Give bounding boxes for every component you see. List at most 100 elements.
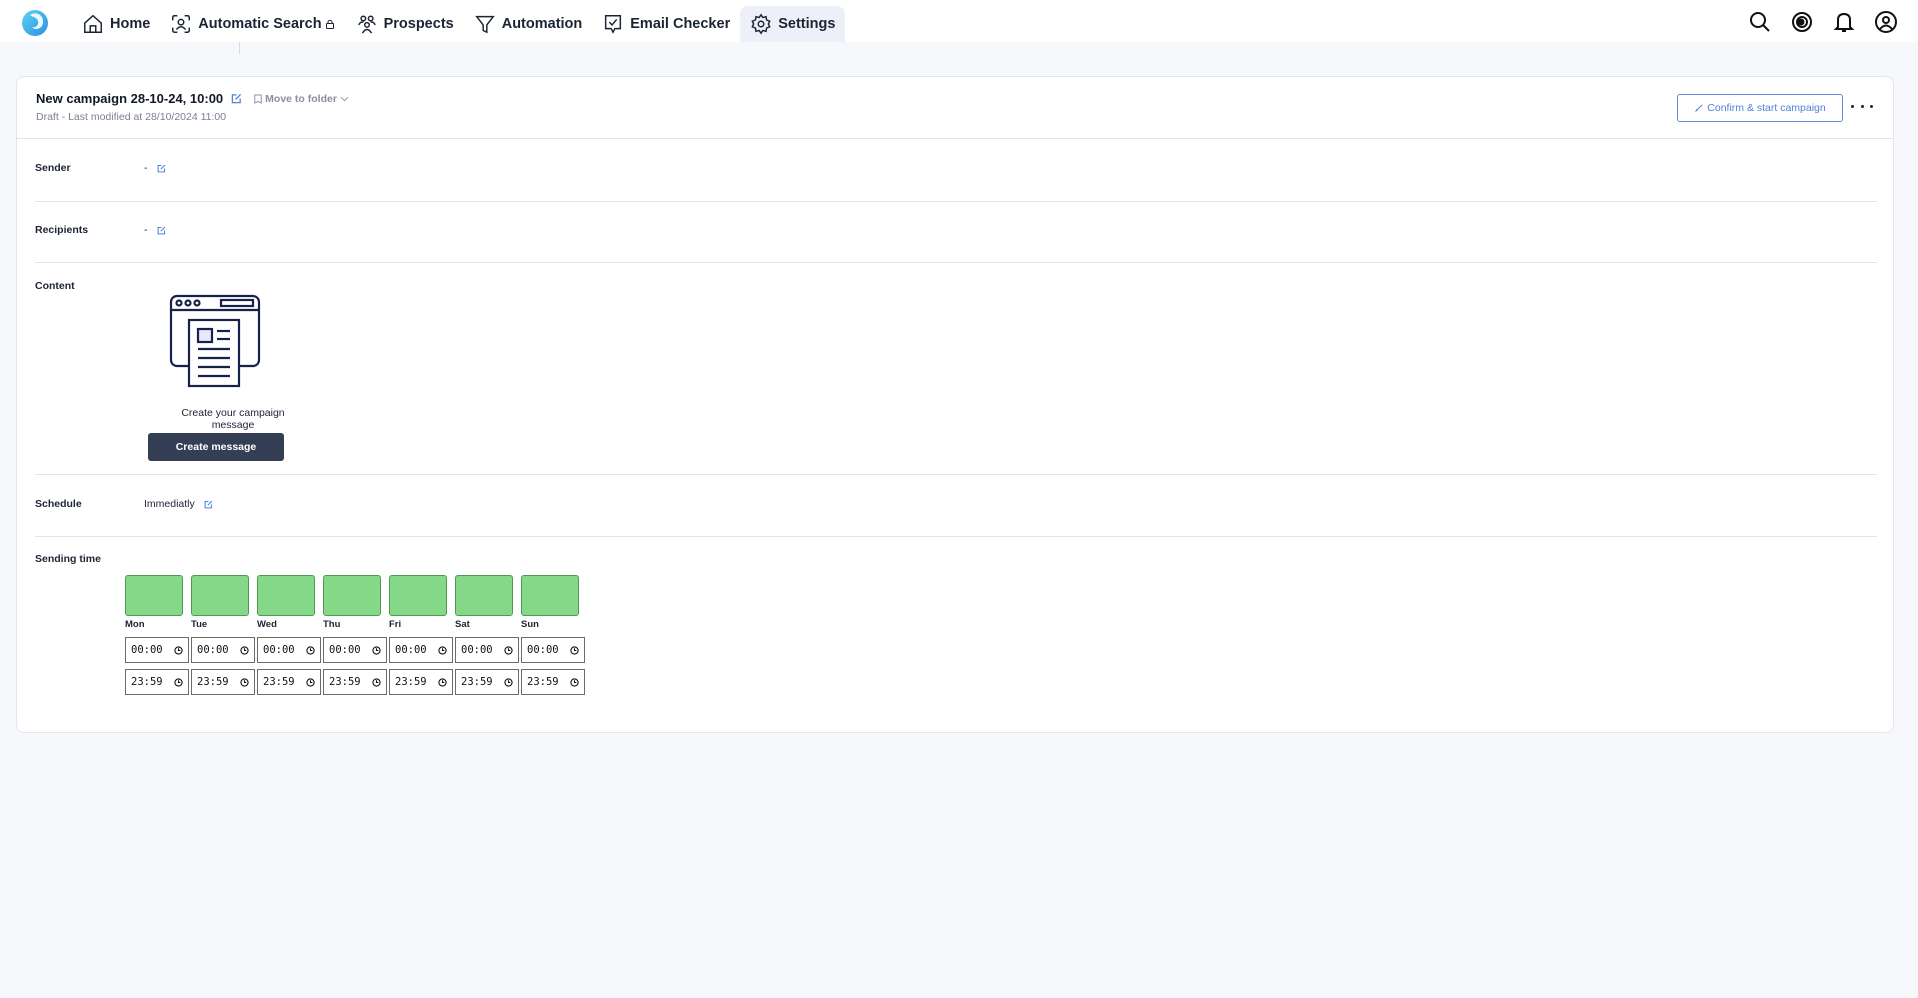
clock-icon (372, 677, 381, 687)
nav-automation-label: Automation (501, 16, 583, 32)
nav-settings[interactable]: Settings (740, 6, 846, 42)
clock-icon (504, 677, 513, 687)
content-caption: Create your campaign message (181, 407, 285, 431)
clock-icon (306, 677, 315, 687)
sender-label: Sender (35, 162, 71, 174)
content-label: Content (35, 280, 75, 292)
lock-icon (325, 19, 334, 29)
day-mon: Mon (125, 575, 183, 633)
nav-home-label: Home (110, 16, 151, 32)
edit-title-icon[interactable] (231, 93, 242, 104)
end-time-fri[interactable]: 23:59 (389, 669, 453, 695)
recipients-value: - (144, 224, 148, 236)
end-time-row: 23:59 23:59 23:59 23:59 23:59 23:59 23:5… (125, 669, 585, 695)
end-time-sat[interactable]: 23:59 (455, 669, 519, 695)
day-sun: Sun (521, 575, 579, 633)
campaign-header: New campaign 28-10-24, 10:00 Move to fol… (17, 77, 1893, 139)
sending-days: Mon Tue Wed Thu Fri Sat Sun (125, 575, 579, 633)
start-time-value: 00:00 (131, 644, 163, 656)
end-time-mon[interactable]: 23:59 (125, 669, 189, 695)
schedule-section: Schedule Immediatly (35, 475, 1877, 537)
day-label-sun: Sun (521, 619, 539, 630)
nav-email-checker-label: Email Checker (630, 16, 731, 32)
day-toggle-tue[interactable] (191, 575, 249, 616)
nav-settings-label: Settings (778, 16, 836, 32)
create-message-button[interactable]: Create message (148, 433, 284, 461)
more-options-icon[interactable] (1851, 99, 1873, 113)
day-toggle-sat[interactable] (455, 575, 513, 616)
day-label-mon: Mon (125, 619, 145, 630)
nav-automatic-search[interactable]: Automatic Search (160, 6, 345, 42)
start-time-value: 00:00 (263, 644, 295, 656)
day-toggle-thu[interactable] (323, 575, 381, 616)
start-time-row: 00:00 00:00 00:00 00:00 00:00 00:00 00:0… (125, 637, 585, 663)
day-toggle-wed[interactable] (257, 575, 315, 616)
nav-email-checker[interactable]: Email Checker (592, 6, 740, 42)
end-time-value: 23:59 (131, 676, 163, 688)
day-toggle-mon[interactable] (125, 575, 183, 616)
user-icon[interactable] (1874, 10, 1898, 34)
nav-automation[interactable]: Automation (464, 6, 593, 42)
end-time-value: 23:59 (197, 676, 229, 688)
start-time-tue[interactable]: 00:00 (191, 637, 255, 663)
campaign-message-illustration (169, 294, 261, 388)
confirm-start-campaign-label: Confirm & start campaign (1707, 102, 1826, 114)
clock-icon (240, 677, 249, 687)
nav-home[interactable]: Home (72, 6, 160, 42)
clock-icon (240, 645, 249, 655)
edit-schedule-icon[interactable] (204, 500, 213, 509)
folder-icon (254, 94, 262, 104)
start-time-value: 00:00 (395, 644, 427, 656)
day-wed: Wed (257, 575, 315, 633)
content-section: Content (35, 263, 1877, 475)
clock-icon (570, 645, 579, 655)
nav-automatic-search-label: Automatic Search (198, 16, 322, 32)
day-label-sat: Sat (455, 619, 470, 630)
end-time-tue[interactable]: 23:59 (191, 669, 255, 695)
face-scan-icon (172, 15, 191, 33)
day-label-wed: Wed (257, 619, 277, 630)
recipients-label: Recipients (35, 224, 89, 236)
sender-value-row: - (144, 162, 166, 174)
start-time-value: 00:00 (461, 644, 493, 656)
day-label-fri: Fri (389, 619, 402, 630)
confirm-start-campaign-button[interactable]: Confirm & start campaign (1677, 94, 1843, 122)
filter-icon (474, 15, 495, 34)
gear-icon (751, 13, 771, 35)
nav-prospects[interactable]: Prospects (346, 6, 464, 42)
edit-recipients-icon[interactable] (157, 226, 166, 235)
clock-icon (174, 645, 183, 655)
sender-section: Sender - (35, 139, 1877, 202)
edit-sender-icon[interactable] (157, 164, 166, 173)
sender-value: - (144, 162, 148, 174)
search-icon[interactable] (1748, 10, 1772, 34)
day-toggle-fri[interactable] (389, 575, 447, 616)
clock-icon (438, 645, 447, 655)
start-time-sat[interactable]: 00:00 (455, 637, 519, 663)
campaign-card: New campaign 28-10-24, 10:00 Move to fol… (16, 76, 1894, 733)
recipients-value-row: - (144, 224, 166, 236)
credits-icon[interactable] (1790, 10, 1814, 34)
email-check-icon (605, 15, 622, 34)
start-time-sun[interactable]: 00:00 (521, 637, 585, 663)
start-time-thu[interactable]: 00:00 (323, 637, 387, 663)
bell-icon[interactable] (1832, 10, 1856, 34)
recipients-section: Recipients - (35, 202, 1877, 263)
day-toggle-sun[interactable] (521, 575, 579, 616)
end-time-thu[interactable]: 23:59 (323, 669, 387, 695)
start-time-fri[interactable]: 00:00 (389, 637, 453, 663)
end-time-sun[interactable]: 23:59 (521, 669, 585, 695)
home-icon (84, 14, 102, 33)
end-time-wed[interactable]: 23:59 (257, 669, 321, 695)
start-time-wed[interactable]: 00:00 (257, 637, 321, 663)
start-time-mon[interactable]: 00:00 (125, 637, 189, 663)
end-time-value: 23:59 (461, 676, 493, 688)
move-to-folder-button[interactable]: Move to folder (254, 93, 349, 105)
end-time-value: 23:59 (395, 676, 427, 688)
start-time-value: 00:00 (527, 644, 559, 656)
app-logo-icon[interactable] (20, 7, 50, 37)
top-navigation: Home Automatic Search Prospects Automati… (0, 0, 1918, 42)
day-fri: Fri (389, 575, 447, 633)
sending-time-label: Sending time (35, 553, 101, 565)
rocket-icon (1695, 104, 1703, 112)
